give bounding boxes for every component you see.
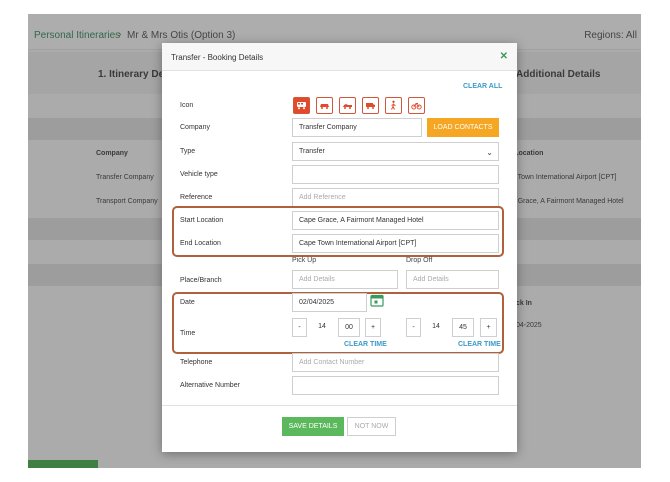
vehicle-type-label: Vehicle type bbox=[180, 171, 218, 178]
company-label: Company bbox=[180, 124, 210, 131]
reference-label: Reference bbox=[180, 194, 213, 201]
not-now-button[interactable]: NOT NOW bbox=[347, 417, 396, 436]
pickup-minute[interactable]: 00 bbox=[338, 318, 360, 337]
screen: Personal Itineraries › Mr & Mrs Otis (Op… bbox=[0, 0, 670, 482]
telephone-label: Telephone bbox=[180, 359, 213, 366]
transfer-booking-modal: Transfer - Booking Details ✕ CLEAR ALL I… bbox=[162, 43, 517, 452]
dropoff-label: Drop Off bbox=[406, 257, 433, 264]
load-contacts-button[interactable]: LOAD CONTACTS bbox=[427, 118, 499, 137]
vehicle-type-input[interactable] bbox=[292, 165, 499, 184]
end-location-label: End Location bbox=[180, 240, 221, 247]
type-label: Type bbox=[180, 148, 196, 155]
alternative-number-label: Alternative Number bbox=[180, 382, 240, 389]
save-details-button[interactable]: SAVE DETAILS bbox=[282, 417, 344, 436]
pickup-time-plus-button[interactable]: + bbox=[365, 318, 381, 337]
dropoff-hour[interactable]: 14 bbox=[426, 318, 446, 337]
alternative-number-input[interactable] bbox=[292, 376, 499, 395]
bicycle-icon[interactable] bbox=[408, 97, 425, 114]
date-label: Date bbox=[180, 299, 195, 306]
clear-all-link[interactable]: CLEAR ALL bbox=[463, 83, 502, 90]
pickup-time-stepper: - 14 00 + bbox=[292, 318, 381, 337]
dropoff-place-input[interactable]: Add Details bbox=[406, 270, 499, 289]
convertible-icon[interactable] bbox=[339, 97, 356, 114]
walking-icon[interactable] bbox=[385, 97, 402, 114]
time-label: Time bbox=[180, 330, 196, 337]
type-select[interactable]: Transfer ⌄ bbox=[292, 142, 499, 161]
dropoff-clear-time-link[interactable]: CLEAR TIME bbox=[458, 341, 501, 348]
telephone-input[interactable]: Add Contact Number bbox=[292, 353, 499, 372]
bus-icon[interactable] bbox=[293, 97, 310, 114]
chevron-down-icon: ⌄ bbox=[486, 148, 493, 157]
dropoff-minute[interactable]: 45 bbox=[452, 318, 474, 337]
start-location-input[interactable]: Cape Grace, A Fairmont Managed Hotel bbox=[292, 211, 499, 230]
place-branch-label: Place/Branch bbox=[180, 277, 222, 284]
modal-header: Transfer - Booking Details ✕ bbox=[162, 43, 517, 71]
modal-title: Transfer - Booking Details bbox=[171, 53, 264, 62]
modal-footer-divider bbox=[162, 405, 517, 406]
pickup-time-minus-button[interactable]: - bbox=[292, 318, 307, 337]
dropoff-time-minus-button[interactable]: - bbox=[406, 318, 421, 337]
calendar-icon[interactable] bbox=[370, 293, 384, 307]
end-location-input[interactable]: Cape Town International Airport [CPT] bbox=[292, 234, 499, 253]
start-location-label: Start Location bbox=[180, 217, 224, 224]
pickup-label: Pick Up bbox=[292, 257, 317, 264]
company-input[interactable]: Transfer Company bbox=[292, 118, 422, 137]
date-input[interactable]: 02/04/2025 bbox=[292, 293, 367, 312]
dropoff-time-stepper: - 14 45 + bbox=[406, 318, 498, 337]
dropoff-time-plus-button[interactable]: + bbox=[480, 318, 497, 337]
pickup-place-input[interactable]: Add Details bbox=[292, 270, 398, 289]
pickup-clear-time-link[interactable]: CLEAR TIME bbox=[344, 341, 387, 348]
type-select-value: Transfer bbox=[299, 148, 325, 155]
van-icon[interactable] bbox=[362, 97, 379, 114]
close-icon[interactable]: ✕ bbox=[500, 51, 508, 62]
icon-label: Icon bbox=[180, 102, 194, 109]
car-icon[interactable] bbox=[316, 97, 333, 114]
reference-input[interactable]: Add Reference bbox=[292, 188, 499, 207]
pickup-hour[interactable]: 14 bbox=[312, 318, 332, 337]
